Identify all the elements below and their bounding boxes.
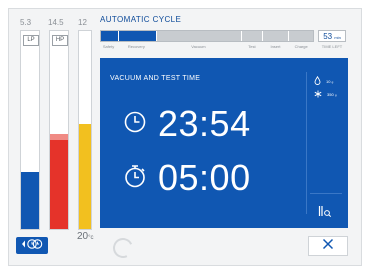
phase-separator [156, 31, 158, 41]
elapsed-time-row: 23:54 [124, 103, 251, 144]
lp-value: 5.3 [20, 18, 32, 27]
phase-separator [240, 31, 242, 41]
stopwatch-icon [124, 164, 146, 193]
lp-gauge: LP [20, 30, 40, 230]
set-time-row: 05:00 [124, 157, 251, 198]
cycle-progress-fill [101, 31, 157, 41]
phase-label-recovery: Recovery [127, 44, 145, 49]
close-button[interactable] [308, 236, 348, 256]
side-divider [310, 193, 342, 194]
temperature-scale: 20°c [77, 231, 94, 242]
refrigerant-unit: g [334, 93, 337, 97]
refrigerant-quantity: 350 g [314, 90, 336, 99]
drop-icon [314, 75, 321, 86]
pause-zoom-icon[interactable] [318, 204, 332, 222]
snowflake-icon [314, 90, 322, 99]
time-left-unit: min [334, 35, 341, 40]
close-icon [322, 237, 334, 255]
temperature-scale-value: 20 [77, 231, 89, 242]
temperature-unit: °c [88, 235, 94, 241]
oil-unit: g [331, 79, 334, 84]
refrigerant-value: 350 [327, 92, 334, 97]
time-left-value: 53 [323, 32, 333, 41]
vacuum-test-panel: VACUUM AND TEST TIME 23:54 05:00 10 g 35… [100, 58, 348, 228]
clock-icon [124, 111, 146, 138]
back-options-button[interactable] [16, 237, 48, 254]
phase-separator [117, 31, 119, 41]
temperature-level-fill [79, 124, 91, 229]
cycle-progress-bar [100, 30, 314, 42]
hp-label: HP [52, 35, 68, 46]
phase-label-vacuum: Vacuum [191, 44, 206, 49]
phase-label-insert: Insert [270, 44, 281, 49]
oil-value: 10 [326, 78, 331, 84]
phase-label-test: Test [248, 44, 256, 49]
phase-separator [262, 31, 264, 41]
hp-level-cap [50, 133, 68, 140]
time-left-label: TIME LEFT [321, 44, 343, 49]
phase-labels: Safety Recovery Vacuum Test Insert Charg… [100, 44, 314, 52]
oil-quantity: 10 g [314, 75, 334, 86]
lp-level-fill [21, 171, 39, 229]
phase-separator [287, 31, 289, 41]
hp-level-fill [50, 139, 68, 229]
back-options-icon [20, 237, 44, 255]
hp-gauge: HP [49, 30, 69, 230]
phase-label-charge: Charge [294, 44, 308, 49]
lp-label: LP [23, 35, 39, 46]
temperature-value: 12 [78, 18, 87, 27]
phase-label-safety: Safety [102, 44, 115, 49]
panel-title: VACUUM AND TEST TIME [110, 75, 201, 82]
elapsed-time: 23:54 [158, 103, 251, 144]
page-title: AUTOMATIC CYCLE [100, 15, 182, 24]
time-left-value-box: 53 min [318, 30, 346, 42]
set-time: 05:00 [158, 157, 251, 198]
temperature-gauge [78, 30, 92, 230]
panel-divider [306, 72, 307, 214]
hp-value: 14.5 [48, 18, 64, 27]
